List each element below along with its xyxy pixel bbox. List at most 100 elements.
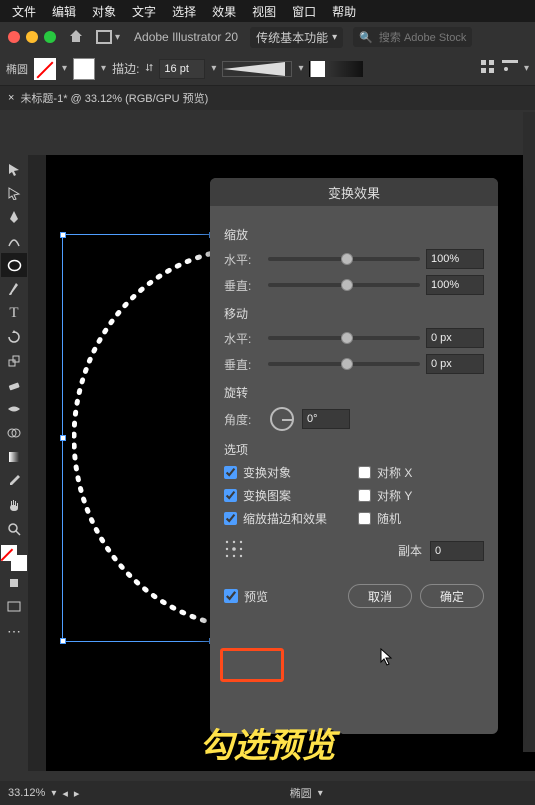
cancel-button[interactable]: 取消: [348, 584, 412, 608]
angle-dial[interactable]: [270, 407, 294, 431]
handle-tl[interactable]: [60, 232, 66, 238]
selection-tool-icon[interactable]: [1, 157, 27, 181]
stroke-label: 描边:: [112, 60, 139, 77]
scale-h-label: 水平:: [224, 251, 262, 268]
opt-label: 变换对象: [243, 464, 291, 481]
document-tab-row: × 未标题-1* @ 33.12% (RGB/GPU 预览): [0, 86, 535, 110]
nav-next-icon[interactable]: ▸: [74, 787, 80, 800]
menu-edit[interactable]: 编辑: [44, 0, 84, 23]
hand-tool-icon[interactable]: [1, 493, 27, 517]
move-label: 移动: [224, 305, 484, 322]
stroke-profile[interactable]: [309, 61, 363, 77]
rotate-tool-icon[interactable]: [1, 325, 27, 349]
chevron-down-icon[interactable]: ▾: [62, 63, 67, 74]
transform-patterns-checkbox[interactable]: 变换图案: [224, 487, 350, 504]
scale-tool-icon[interactable]: [1, 349, 27, 373]
zoom-level[interactable]: 33.12%: [8, 787, 45, 799]
move-v-slider[interactable]: [268, 362, 420, 366]
direct-selection-tool-icon[interactable]: [1, 181, 27, 205]
shape-builder-tool-icon[interactable]: [1, 421, 27, 445]
menu-help[interactable]: 帮助: [324, 0, 364, 23]
move-h-slider[interactable]: [268, 336, 420, 340]
move-h-field[interactable]: 0 px: [426, 328, 484, 348]
workspace-switcher[interactable]: 传统基本功能 ▾: [250, 27, 343, 48]
nav-prev-icon[interactable]: ◂: [62, 787, 68, 800]
pen-tool-icon[interactable]: [1, 205, 27, 229]
status-bar: 33.12% ▾ ◂ ▸ 椭圆 ▾: [0, 781, 535, 805]
arrange-documents[interactable]: ▾: [96, 30, 120, 44]
right-panel-collapsed[interactable]: [523, 112, 535, 752]
move-h-label: 水平:: [224, 330, 262, 347]
fill-swatch[interactable]: [34, 58, 56, 80]
document-tab[interactable]: 未标题-1* @ 33.12% (RGB/GPU 预览): [20, 90, 208, 106]
move-group: 移动 水平: 0 px 垂直: 0 px: [224, 305, 484, 374]
annotation-highlight-box: [220, 648, 284, 682]
menu-type[interactable]: 文字: [124, 0, 164, 23]
zoom-tool-icon[interactable]: [1, 517, 27, 541]
status-selection: 椭圆: [290, 785, 312, 801]
angle-field[interactable]: 0°: [302, 409, 350, 429]
traffic-zoom-icon[interactable]: [44, 31, 56, 43]
stroke-weight-field[interactable]: 16 pt: [159, 59, 205, 79]
menu-effect[interactable]: 效果: [204, 0, 244, 23]
scale-h-slider[interactable]: [268, 257, 420, 261]
mirror-y-checkbox[interactable]: 对称 Y: [358, 487, 484, 504]
home-icon[interactable]: [68, 28, 84, 47]
eyedropper-tool-icon[interactable]: [1, 469, 27, 493]
scale-h-field[interactable]: 100%: [426, 249, 484, 269]
transform-objects-checkbox[interactable]: 变换对象: [224, 464, 350, 481]
scale-v-field[interactable]: 100%: [426, 275, 484, 295]
random-checkbox[interactable]: 随机: [358, 510, 484, 527]
ellipse-tool-icon[interactable]: [1, 253, 27, 277]
opt-label: 对称 Y: [377, 487, 412, 504]
fill-stroke-indicator[interactable]: [1, 545, 27, 571]
chevron-down-icon[interactable]: ▾: [318, 788, 323, 799]
gradient-tool-icon[interactable]: [1, 445, 27, 469]
curvature-tool-icon[interactable]: [1, 229, 27, 253]
paintbrush-tool-icon[interactable]: [1, 277, 27, 301]
menu-select[interactable]: 选择: [164, 0, 204, 23]
draw-mode-icon[interactable]: [1, 571, 27, 595]
scale-group: 缩放 水平: 100% 垂直: 100%: [224, 226, 484, 295]
stepper-icon[interactable]: ⮃: [145, 63, 153, 74]
scale-strokes-checkbox[interactable]: 缩放描边和效果: [224, 510, 350, 527]
menu-object[interactable]: 对象: [84, 0, 124, 23]
ok-button[interactable]: 确定: [420, 584, 484, 608]
copies-field[interactable]: 0: [430, 541, 484, 561]
chevron-down-icon[interactable]: ▾: [298, 63, 303, 74]
transform-icon[interactable]: [480, 59, 496, 78]
handle-l[interactable]: [60, 435, 66, 441]
chevron-down-icon[interactable]: ▾: [51, 788, 56, 799]
menu-file[interactable]: 文件: [4, 0, 44, 23]
reference-point-icon[interactable]: [224, 539, 244, 562]
edit-toolbar-icon[interactable]: ⋯: [1, 619, 27, 643]
preview-checkbox[interactable]: 预览: [224, 588, 268, 605]
control-bar: 椭圆 ▾ ▾ 描边: ⮃ 16 pt ▾ ▾ ▾: [0, 52, 535, 86]
chevron-down-icon[interactable]: ▾: [211, 63, 216, 74]
scale-v-slider[interactable]: [268, 283, 420, 287]
move-v-field[interactable]: 0 px: [426, 354, 484, 374]
handle-bl[interactable]: [60, 638, 66, 644]
screen-mode-icon[interactable]: [1, 595, 27, 619]
selection-type: 椭圆: [6, 61, 28, 77]
menu-view[interactable]: 视图: [244, 0, 284, 23]
type-tool-icon[interactable]: T: [1, 301, 27, 325]
stock-search[interactable]: 🔍 搜索 Adobe Stock: [353, 27, 472, 47]
eraser-tool-icon[interactable]: [1, 373, 27, 397]
menu-window[interactable]: 窗口: [284, 0, 324, 23]
chevron-down-icon: ▾: [332, 32, 337, 43]
opt-label: 变换图案: [243, 487, 291, 504]
align-icon[interactable]: [502, 60, 518, 77]
traffic-minimize-icon[interactable]: [26, 31, 38, 43]
rotate-label: 旋转: [224, 384, 484, 401]
brush-definition[interactable]: [222, 61, 292, 77]
close-tab-icon[interactable]: ×: [8, 92, 14, 104]
dialog-title: 变换效果: [210, 178, 498, 206]
chevron-down-icon[interactable]: ▾: [524, 63, 529, 74]
app-title: Adobe Illustrator 20: [134, 30, 238, 44]
mirror-x-checkbox[interactable]: 对称 X: [358, 464, 484, 481]
traffic-close-icon[interactable]: [8, 31, 20, 43]
chevron-down-icon[interactable]: ▾: [101, 63, 106, 74]
width-tool-icon[interactable]: [1, 397, 27, 421]
stroke-swatch[interactable]: [73, 58, 95, 80]
